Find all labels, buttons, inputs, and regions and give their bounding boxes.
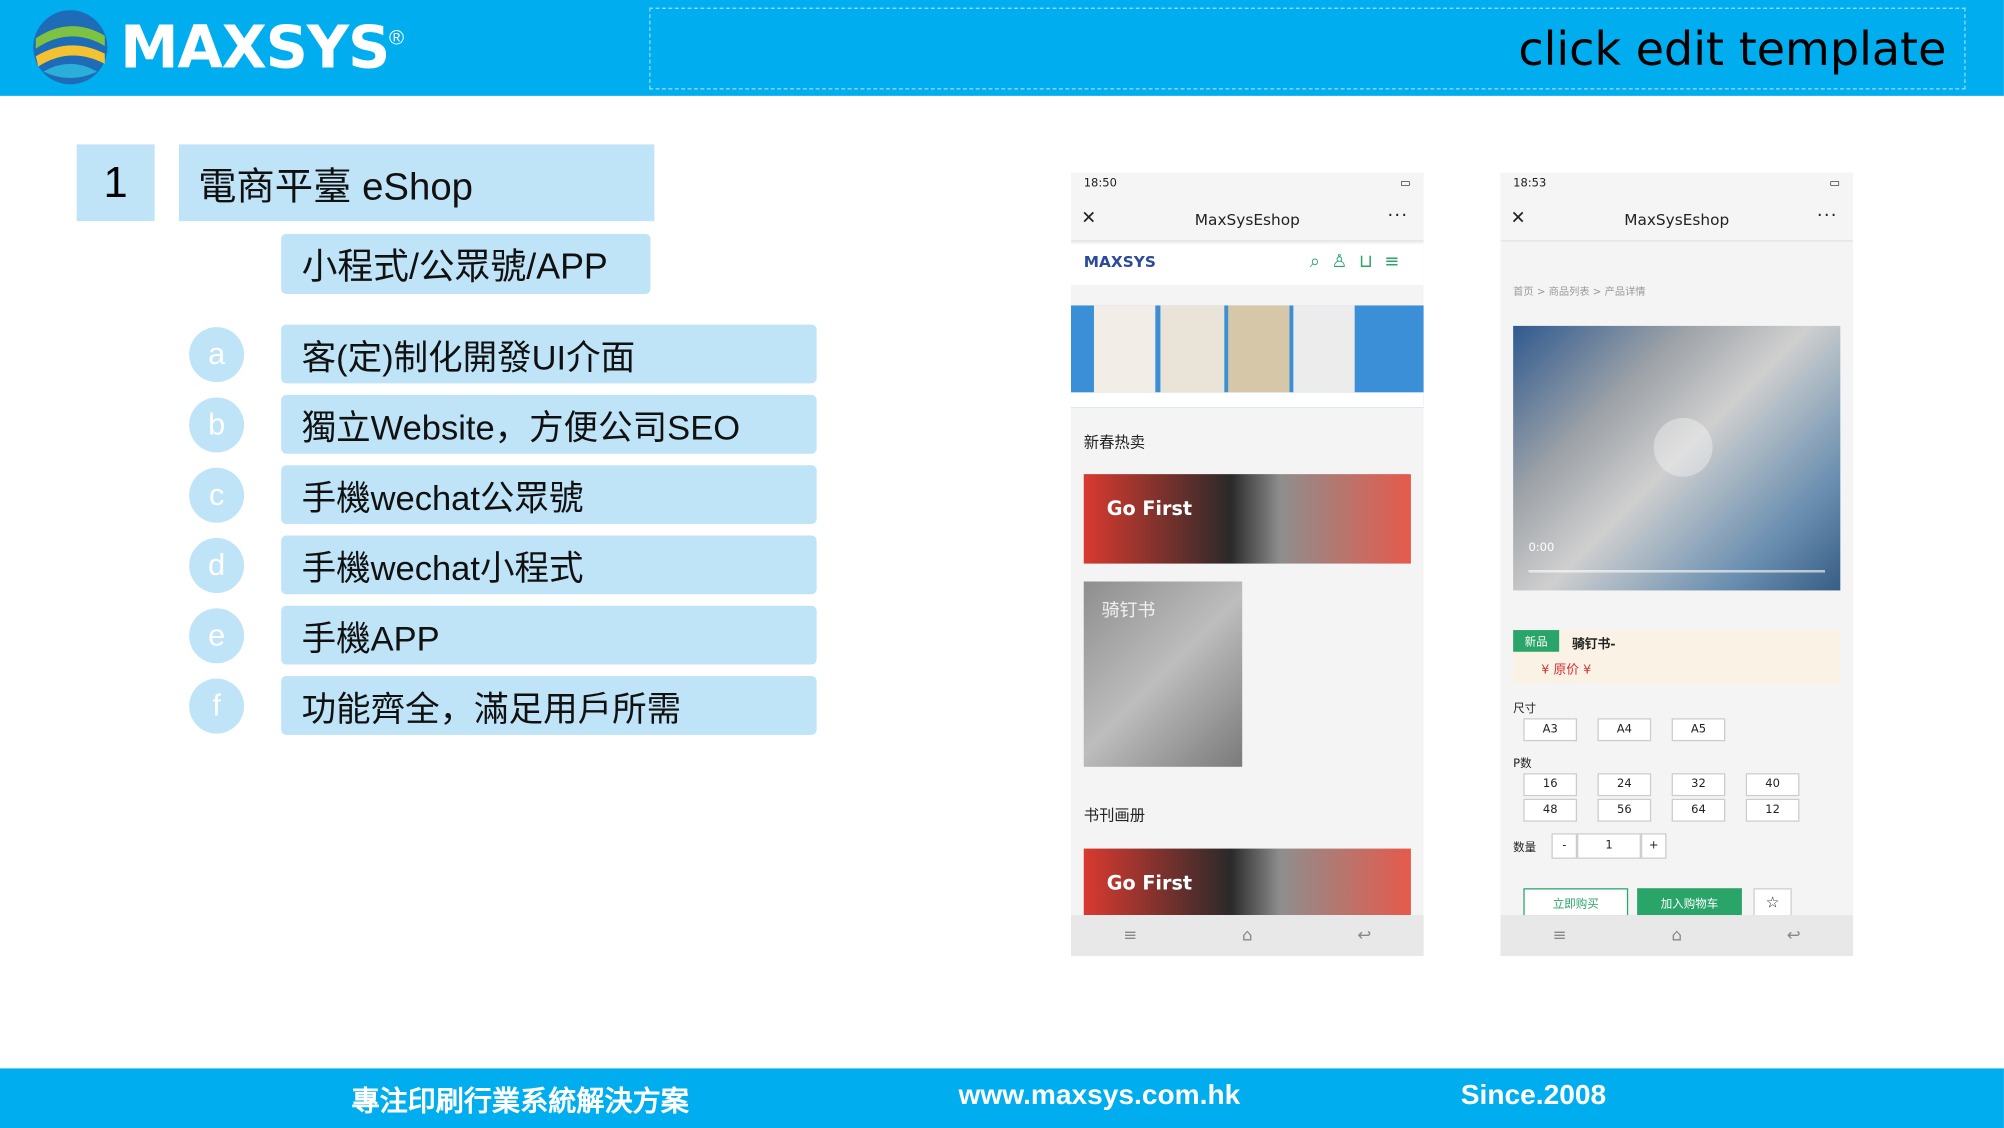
qty-value[interactable]: 1 <box>1577 833 1641 859</box>
product-info: 新品 骑钉书- ¥ 原价 ¥ <box>1513 630 1841 684</box>
pages-option[interactable]: 32 <box>1671 773 1726 797</box>
header-bar: MAXSYS ® click edit template <box>0 0 2004 96</box>
home-icon[interactable]: ⌂ <box>1671 926 1682 945</box>
feature-label: 手機wechat小程式 <box>281 535 817 595</box>
cart-icon[interactable]: ⊔ <box>1359 252 1384 272</box>
phone-screenshot-product: 18:53 ▭ ✕ MaxSysEshop ··· 首页 > 商品列表 > 产品… <box>1500 172 1854 956</box>
logo-text: MAXSYS <box>120 12 390 82</box>
play-icon[interactable] <box>1653 417 1713 477</box>
slide-title[interactable]: click edit template <box>1518 24 1946 76</box>
back-icon[interactable]: ↩ <box>1787 926 1801 945</box>
buy-now-button[interactable]: 立即购买 <box>1523 888 1629 917</box>
banner-book <box>1093 305 1156 393</box>
size-option[interactable]: A5 <box>1671 718 1726 742</box>
feature-letter: d <box>189 538 245 593</box>
feature-label: 客(定)制化開發UI介面 <box>281 324 817 384</box>
section-label-spring: 新春热卖 <box>1083 433 1146 452</box>
menu-icon[interactable]: ≡ <box>1384 252 1410 272</box>
pages-option[interactable]: 12 <box>1745 798 1800 822</box>
search-icon[interactable]: ⌕ <box>1310 252 1332 272</box>
section-number: 1 <box>76 144 155 222</box>
product-thumb-text: 骑钉书 <box>1101 600 1156 622</box>
miniprogram-titlebar: ✕ MaxSysEshop ··· <box>1500 200 1854 242</box>
add-to-cart-button[interactable]: 加入购物车 <box>1637 888 1742 917</box>
banner-book <box>1160 305 1225 393</box>
miniprogram-titlebar: ✕ MaxSysEshop ··· <box>1070 200 1424 242</box>
more-icon[interactable]: ··· <box>1817 206 1838 226</box>
product-video[interactable]: 0:00 <box>1513 325 1841 591</box>
pages-label: P数 <box>1513 757 1532 771</box>
status-time: 18:53 <box>1513 177 1547 191</box>
new-badge: 新品 <box>1513 630 1560 652</box>
quantity-stepper[interactable]: - 1 + <box>1551 833 1667 859</box>
shop-logo: MAXSYS <box>1083 253 1156 271</box>
phone-screenshot-home: 18:50 ▭ ✕ MaxSysEshop ··· MAXSYS ⌕♙⊔≡ 新春… <box>1070 172 1424 956</box>
product-name: 骑钉书- <box>1571 637 1616 652</box>
banner-book <box>1293 305 1355 393</box>
banner-book <box>1228 305 1290 393</box>
more-icon[interactable]: ··· <box>1387 206 1408 226</box>
android-nav-bar: ≡ ⌂ ↩ <box>1070 915 1424 956</box>
miniprogram-title: MaxSysEshop <box>1624 210 1730 229</box>
promo-text: Go First <box>1106 497 1193 521</box>
product-price: ¥ 原价 ¥ <box>1541 663 1592 678</box>
android-nav-bar: ≡ ⌂ ↩ <box>1500 915 1854 956</box>
pages-option[interactable]: 64 <box>1671 798 1726 822</box>
video-time: 0:00 <box>1528 541 1555 555</box>
favorite-icon[interactable]: ☆ <box>1753 888 1792 917</box>
size-option[interactable]: A3 <box>1523 718 1578 742</box>
banner-caption <box>1070 392 1424 408</box>
menu-icon[interactable]: ≡ <box>1553 926 1567 945</box>
footer-slogan: 專注印刷行業系統解決方案 <box>351 1085 689 1117</box>
footer-website[interactable]: www.maxsys.com.hk <box>959 1079 1241 1112</box>
feature-label: 手機wechat公眾號 <box>281 465 817 524</box>
miniprogram-title: MaxSysEshop <box>1194 210 1300 229</box>
feature-label: 手機APP <box>281 605 817 665</box>
feature-letter: a <box>189 327 245 383</box>
feature-label: 功能齊全，滿足用戶所需 <box>281 676 817 735</box>
menu-icon[interactable]: ≡ <box>1123 926 1137 945</box>
promo-text: Go First <box>1106 871 1193 895</box>
video-progress[interactable] <box>1528 569 1825 573</box>
feature-letter: e <box>189 608 245 664</box>
qty-label: 数量 <box>1513 842 1537 855</box>
breadcrumb[interactable]: 首页 > 商品列表 > 产品详情 <box>1513 285 1645 299</box>
feature-letter: f <box>189 678 245 734</box>
size-label: 尺寸 <box>1513 702 1537 716</box>
promo-banner[interactable]: Go First <box>1083 848 1411 916</box>
shop-nav: MAXSYS ⌕♙⊔≡ <box>1070 244 1424 285</box>
pages-option[interactable]: 16 <box>1523 773 1578 797</box>
pages-option[interactable]: 56 <box>1597 798 1652 822</box>
section-title: 電商平臺 eShop <box>178 144 655 222</box>
feature-letter: b <box>189 397 245 453</box>
section-label-books: 书刊画册 <box>1083 806 1146 825</box>
qty-minus-button[interactable]: - <box>1551 833 1578 859</box>
footer-bar: 專注印刷行業系統解決方案 www.maxsys.com.hk Since.200… <box>0 1068 2004 1128</box>
size-option[interactable]: A4 <box>1597 718 1652 742</box>
status-bar: 18:53 ▭ <box>1500 172 1854 201</box>
battery-icon: ▭ <box>1400 177 1411 191</box>
banner-carousel[interactable] <box>1070 305 1424 408</box>
status-time: 18:50 <box>1083 177 1117 191</box>
globe-icon <box>33 10 108 85</box>
registered-mark: ® <box>389 28 405 50</box>
user-icon[interactable]: ♙ <box>1331 252 1359 272</box>
back-icon[interactable]: ↩ <box>1357 926 1371 945</box>
nav-icons: ⌕♙⊔≡ <box>1310 252 1411 272</box>
section-subtitle: 小程式/公眾號/APP <box>281 233 651 294</box>
battery-icon: ▭ <box>1829 177 1841 191</box>
home-icon[interactable]: ⌂ <box>1242 926 1253 945</box>
title-placeholder[interactable]: click edit template <box>649 7 1966 90</box>
qty-plus-button[interactable]: + <box>1640 833 1667 859</box>
maxsys-logo: MAXSYS ® <box>31 8 404 87</box>
product-thumbnail[interactable]: 骑钉书 <box>1083 581 1243 767</box>
footer-since: Since.2008 <box>1460 1078 1607 1111</box>
feature-label: 獨立Website，方便公司SEO <box>281 394 817 454</box>
status-bar: 18:50 ▭ <box>1070 172 1424 201</box>
pages-option[interactable]: 48 <box>1523 798 1578 822</box>
feature-letter: c <box>189 467 245 523</box>
promo-banner[interactable]: Go First <box>1083 474 1411 564</box>
pages-option[interactable]: 24 <box>1597 773 1652 797</box>
pages-option[interactable]: 40 <box>1745 773 1800 797</box>
